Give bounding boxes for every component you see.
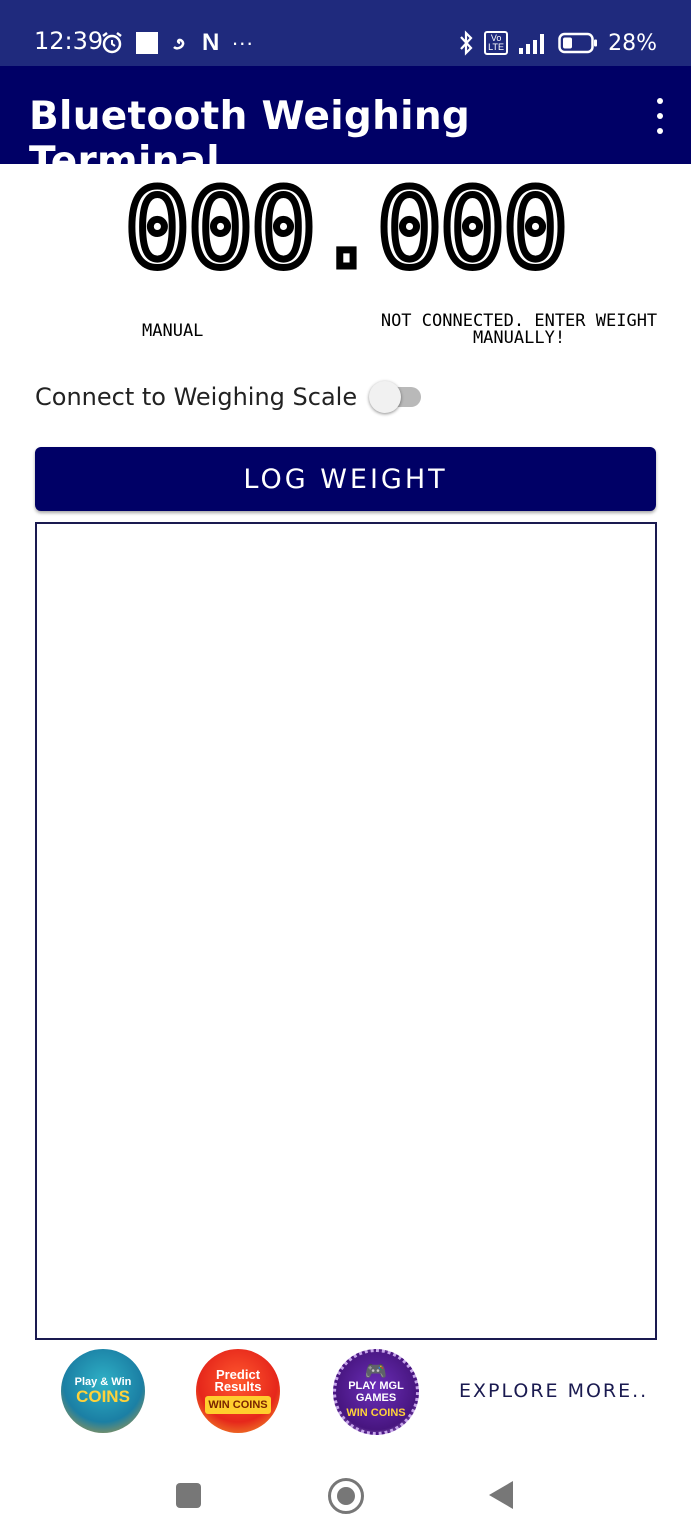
- promo-play-win-coins[interactable]: Play & Win COINS: [61, 1349, 145, 1433]
- connect-row: Connect to Weighing Scale: [35, 380, 423, 414]
- weight-display: 000.000: [0, 172, 691, 287]
- connect-toggle[interactable]: [367, 380, 423, 414]
- system-nav-bar: [0, 1456, 691, 1536]
- connection-status: NOT CONNECTED. ENTER WEIGHT MANUALLY!: [380, 311, 658, 348]
- toggle-thumb: [369, 381, 402, 413]
- netflix-icon: N: [202, 29, 220, 56]
- connect-label: Connect to Weighing Scale: [35, 383, 358, 411]
- battery-percent: 28%: [608, 30, 657, 56]
- log-weight-button[interactable]: LOG WEIGHT: [35, 447, 656, 511]
- explore-more-link[interactable]: EXPLORE MORE..: [459, 1380, 648, 1402]
- status-system-icons: Vo LTE 28%: [458, 28, 657, 58]
- square-icon: [136, 32, 158, 54]
- volte-icon: Vo LTE: [484, 31, 509, 55]
- recents-icon[interactable]: [176, 1483, 201, 1508]
- promo-mgl-games[interactable]: 🎮 PLAY MGL GAMES WIN COINS: [333, 1349, 419, 1435]
- alarm-icon: [102, 32, 122, 54]
- bluetooth-icon: [460, 30, 473, 56]
- more-icon: ···: [231, 30, 254, 55]
- weight-log-list[interactable]: [35, 522, 657, 1340]
- signal-icon: [519, 34, 545, 54]
- app-icon: [173, 38, 185, 50]
- gamepad-icon: 🎮: [364, 1361, 388, 1381]
- battery-icon: [558, 32, 598, 54]
- status-time: 12:39: [34, 27, 104, 55]
- home-icon[interactable]: [328, 1478, 364, 1514]
- promo-row: Play & Win COINS Predict Results WIN COI…: [0, 1345, 691, 1440]
- status-notification-icons: N ···: [100, 28, 253, 58]
- status-bar: 12:39 N ··· Vo LTE 28%: [0, 0, 691, 66]
- app-bar: Bluetooth Weighing Terminal...: [0, 66, 691, 184]
- overflow-menu-icon[interactable]: [651, 98, 669, 134]
- mode-label: MANUAL: [142, 321, 204, 341]
- weight-value: 000.000: [121, 167, 571, 292]
- back-icon[interactable]: [489, 1481, 513, 1509]
- promo-predict-results[interactable]: Predict Results WIN COINS: [196, 1349, 280, 1433]
